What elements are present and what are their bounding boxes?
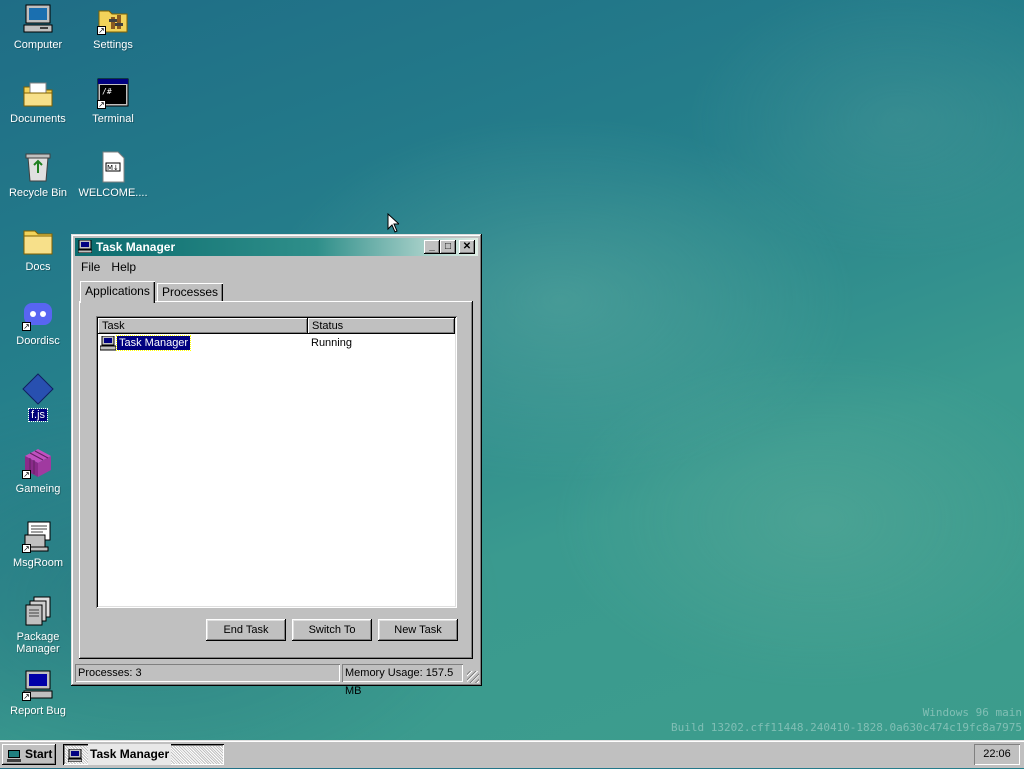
desktop-icon-recycle-bin[interactable]: Recycle Bin [1, 151, 75, 199]
desktop-icon-label: Doordisc [16, 335, 60, 347]
table-row[interactable]: Task Manager Running [99, 335, 452, 354]
computer-icon [22, 3, 54, 35]
games-cube-icon: ↗ [22, 447, 54, 479]
shortcut-arrow-icon: ↗ [22, 470, 31, 479]
shortcut-arrow-icon: ↗ [22, 544, 31, 553]
shortcut-arrow-icon: ↗ [97, 100, 106, 109]
switch-to-button[interactable]: Switch To [292, 619, 372, 641]
minimize-icon: _ [429, 241, 435, 252]
task-status: Running [311, 337, 352, 349]
desktop-icon-label: Docs [25, 261, 51, 273]
taskbar-item-task-manager[interactable]: Task Manager [63, 744, 224, 765]
documents-folder-icon [22, 77, 54, 109]
desktop-icon-terminal[interactable]: /# ↗ Terminal [76, 77, 150, 125]
desktop-icon-fjs[interactable]: f.js [1, 373, 75, 422]
desktop-icon-computer[interactable]: Computer [1, 3, 75, 51]
button-label: New Task [394, 624, 442, 636]
recycle-bin-icon [22, 151, 54, 183]
doordisc-icon: ↗ [22, 299, 54, 331]
desktop-icon-docs[interactable]: Docs [1, 225, 75, 273]
desktop-icon-documents[interactable]: Documents [1, 77, 75, 125]
tab-label: Processes [161, 285, 219, 299]
menu-bar: File Help [77, 258, 140, 276]
processes-count: Processes: 3 [78, 667, 142, 679]
applications-panel: Task Status Task Manager Running End Tas… [79, 301, 473, 659]
build-watermark-line2: Build 13202.cff11448.240410-1828.0a630c4… [671, 721, 1022, 734]
desktop-icon-label: Settings [93, 39, 133, 51]
report-bug-icon: ↗ [22, 669, 54, 701]
task-list[interactable]: Task Status Task Manager Running [96, 316, 457, 608]
taskbar-item-label: Task Manager [88, 744, 172, 765]
terminal-icon: /# ↗ [97, 77, 129, 109]
status-processes: Processes: 3 [75, 664, 340, 682]
desktop-icon-label: Documents [10, 113, 66, 125]
menu-help[interactable]: Help [107, 258, 140, 276]
button-label: Switch To [308, 624, 356, 636]
mouse-cursor-icon [387, 212, 401, 236]
shortcut-arrow-icon: ↗ [22, 322, 31, 331]
desktop-icon-label: WELCOME.... [78, 187, 148, 199]
msgroom-icon: ↗ [22, 521, 54, 553]
markdown-file-icon: M↓ [97, 151, 129, 183]
close-button[interactable]: ✕ [459, 240, 475, 254]
status-memory: Memory Usage: 157.5 MB [342, 664, 463, 697]
js-file-icon [22, 373, 54, 405]
memory-usage: Memory Usage: 157.5 MB [345, 667, 454, 697]
svg-text:M↓: M↓ [107, 164, 119, 172]
title-bar[interactable]: Task Manager _ □ ✕ [75, 238, 478, 256]
desktop-icon-label: Package Manager [16, 631, 60, 655]
desktop-icon-label: Recycle Bin [8, 187, 68, 199]
desktop-icon-label: Computer [13, 39, 63, 51]
desktop-icon-label: MsgRoom [12, 557, 64, 569]
settings-icon: ↗ [97, 3, 129, 35]
shortcut-arrow-icon: ↗ [22, 692, 31, 701]
desktop-icon-label: Gameing [15, 483, 61, 495]
folder-icon [22, 225, 54, 257]
button-label: End Task [223, 624, 269, 636]
close-icon: ✕ [462, 241, 472, 252]
column-header-task[interactable]: Task [98, 318, 308, 334]
package-manager-icon [22, 595, 54, 627]
resize-grip[interactable] [467, 671, 479, 683]
fjs-label-text: f.js [27, 408, 49, 422]
svg-text:/#: /# [102, 87, 112, 96]
task-manager-window[interactable]: Task Manager _ □ ✕ File Help Application… [71, 234, 482, 697]
tab-applications[interactable]: Applications [80, 281, 155, 303]
tab-label: Applications [85, 284, 150, 298]
desktop-icon-msgroom[interactable]: ↗ MsgRoom [1, 521, 75, 569]
column-header-status[interactable]: Status [308, 318, 455, 334]
desktop-icon-package-manager[interactable]: Package Manager [1, 595, 75, 655]
system-clock[interactable]: 22:06 [974, 744, 1020, 765]
end-task-button[interactable]: End Task [206, 619, 286, 641]
start-button[interactable]: Start [2, 744, 56, 765]
column-header-label: Task [102, 320, 125, 332]
desktop-icon-doordisc[interactable]: ↗ Doordisc [1, 299, 75, 347]
desktop-icon-gameing[interactable]: ↗ Gameing [1, 447, 75, 495]
menu-file[interactable]: File [77, 258, 104, 276]
tab-processes[interactable]: Processes [157, 283, 223, 301]
start-logo-icon [6, 748, 22, 762]
build-watermark-line1: Windows 96 main [922, 706, 1022, 719]
window-title: Task Manager [96, 240, 176, 254]
maximize-icon: □ [444, 241, 452, 252]
desktop-icon-report-bug[interactable]: ↗ Report Bug [1, 669, 75, 717]
column-header-label: Status [312, 320, 344, 332]
new-task-button[interactable]: New Task [378, 619, 458, 641]
shortcut-arrow-icon: ↗ [97, 26, 106, 35]
task-manager-icon [67, 748, 83, 763]
start-label: Start [25, 747, 53, 761]
taskbar: Start Task Manager 22:06 [0, 740, 1024, 768]
task-name: Task Manager [115, 335, 192, 351]
desktop-icon-welcome[interactable]: M↓ WELCOME.... [76, 151, 150, 199]
maximize-button[interactable]: □ [440, 240, 456, 254]
task-manager-icon [77, 239, 93, 254]
desktop-icon-label: f.js [1, 408, 75, 422]
minimize-button[interactable]: _ [424, 240, 440, 254]
task-manager-icon [99, 335, 117, 354]
desktop-icon-settings[interactable]: ↗ Settings [76, 3, 150, 51]
desktop-icon-label: Report Bug [10, 705, 66, 717]
desktop-icon-label: Terminal [92, 113, 134, 125]
